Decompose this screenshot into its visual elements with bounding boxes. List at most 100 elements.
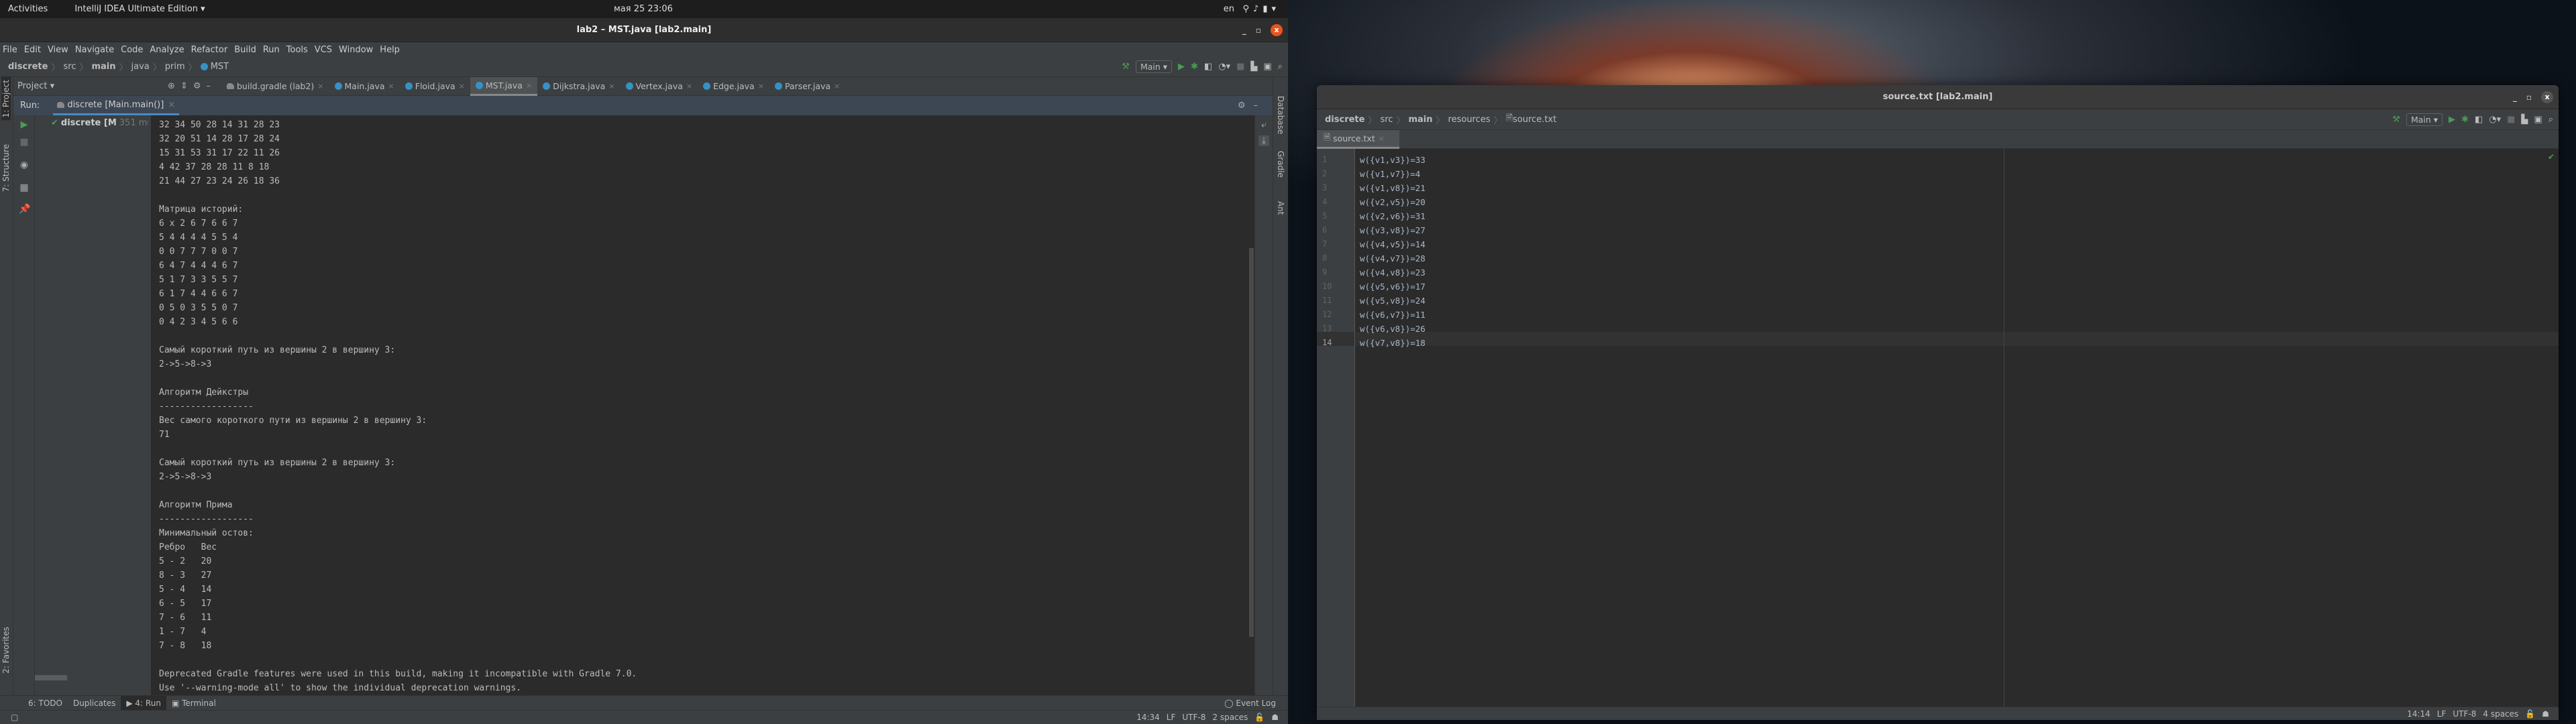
tool-window-gradle[interactable]: Gradle	[1276, 151, 1285, 178]
file-encoding[interactable]: UTF-8	[1182, 713, 1205, 722]
breadcrumb-discrete[interactable]: discrete	[8, 62, 48, 72]
indent-setting[interactable]: 2 spaces	[1212, 713, 1248, 722]
close-button[interactable]: x	[1271, 23, 1283, 36]
inspector-icon[interactable]: ☗	[2542, 709, 2549, 719]
caret-position[interactable]: 14:14	[2407, 709, 2430, 719]
lock-icon[interactable]: 🔓	[1254, 713, 1265, 722]
build-hammer-icon[interactable]: ⚒	[2392, 115, 2400, 125]
close-button[interactable]: x	[2541, 90, 2553, 103]
run-configuration-select[interactable]: Main ▾	[2406, 113, 2443, 126]
tab-build-gradle[interactable]: build.gradle (lab2) ×	[221, 77, 329, 96]
breadcrumb-resources[interactable]: resources	[1448, 115, 1491, 125]
run-icon[interactable]: ▶	[2449, 115, 2455, 125]
breadcrumb-main[interactable]: main	[91, 62, 115, 72]
menu-code[interactable]: Code	[121, 45, 143, 55]
layout-icon[interactable]: ▣	[2534, 115, 2542, 125]
search-icon[interactable]: ⌕	[2548, 115, 2553, 125]
run-panel-settings-icon[interactable]: ⚙–	[1238, 101, 1266, 111]
close-tab-icon[interactable]: ×	[608, 82, 614, 90]
tool-window-ant[interactable]: Ant	[1276, 201, 1285, 215]
minimize-button[interactable]: _	[2513, 93, 2517, 102]
close-tab-icon[interactable]: ×	[388, 82, 394, 90]
close-tab-icon[interactable]: ×	[686, 82, 692, 90]
system-tray-icons[interactable]: ⚲♪▮▾	[1243, 4, 1281, 14]
menu-view[interactable]: View	[48, 45, 68, 55]
menu-analyze[interactable]: Analyze	[150, 45, 184, 55]
clock[interactable]: мая 25 23:06	[614, 4, 673, 14]
run-icon[interactable]: ▶	[1178, 62, 1185, 72]
tool-tab-todo[interactable]: 6: TODO	[23, 696, 68, 711]
tool-window-database[interactable]: Database	[1276, 96, 1285, 134]
layout-icon[interactable]: ▦	[19, 182, 30, 193]
breadcrumb-java[interactable]: java	[131, 62, 150, 72]
activities-button[interactable]: Activities	[8, 4, 48, 14]
close-tab-icon[interactable]: ×	[834, 82, 840, 90]
close-tab-icon[interactable]: ×	[526, 81, 532, 90]
project-structure-icon[interactable]: ▙	[1250, 62, 1257, 72]
debug-icon[interactable]: ✱	[1191, 62, 1198, 72]
line-separator[interactable]: LF	[2437, 709, 2447, 719]
console-scrollbar[interactable]	[1249, 248, 1254, 637]
tool-window-structure[interactable]: 7: Structure	[1, 144, 11, 192]
tool-window-favorites[interactable]: 2: Favorites	[1, 627, 11, 674]
menu-run[interactable]: Run	[263, 45, 280, 55]
project-view-select[interactable]: Project ▾	[17, 81, 54, 91]
tab-floid-java[interactable]: Floid.java ×	[400, 77, 470, 96]
breadcrumb-mst[interactable]: MST	[211, 62, 229, 72]
run-configuration-select[interactable]: Main ▾	[1135, 60, 1173, 73]
menu-tools[interactable]: Tools	[286, 45, 308, 55]
menu-file[interactable]: File	[3, 45, 17, 55]
tab-main-java[interactable]: Main.java ×	[329, 77, 400, 96]
tab-vertex-java[interactable]: Vertex.java ×	[621, 77, 698, 96]
breadcrumb-main[interactable]: main	[1408, 115, 1432, 125]
indent-setting[interactable]: 4 spaces	[2483, 709, 2518, 719]
search-icon[interactable]: ⌕	[1278, 62, 1283, 72]
menu-build[interactable]: Build	[234, 45, 256, 55]
caret-position[interactable]: 14:34	[1136, 713, 1160, 722]
language-indicator[interactable]: en	[1224, 4, 1234, 14]
scroll-to-end-icon[interactable]: ⤓	[1258, 135, 1269, 146]
breadcrumb-src[interactable]: src	[63, 62, 76, 72]
tab-mst-java[interactable]: MST.java ×	[470, 76, 538, 96]
close-tab-icon[interactable]: ×	[459, 82, 465, 90]
tab-edge-java[interactable]: Edge.java ×	[698, 77, 769, 96]
menu-refactor[interactable]: Refactor	[191, 45, 228, 55]
stop-icon[interactable]: ■	[2507, 115, 2515, 125]
lock-icon[interactable]: 🔓	[2525, 709, 2535, 719]
inspection-ok-icon[interactable]: ✔	[2548, 152, 2555, 162]
tool-tab-duplicates[interactable]: Duplicates	[68, 696, 121, 711]
rerun-icon[interactable]: ▶	[19, 119, 30, 130]
maximize-button[interactable]: ▫	[2526, 93, 2532, 102]
profile-icon[interactable]: ◔▾	[2489, 115, 2501, 125]
minimize-button[interactable]: _	[1242, 25, 1246, 35]
inspector-icon[interactable]: ☗	[1271, 713, 1279, 722]
tab-source-txt[interactable]: 🗎 source.txt ×	[1317, 130, 1399, 149]
soft-wrap-icon[interactable]: ⤶	[1258, 119, 1269, 130]
breadcrumb-src[interactable]: src	[1380, 115, 1393, 125]
layout-icon[interactable]: ▣	[1263, 62, 1271, 72]
maximize-button[interactable]: ▫	[1256, 25, 1261, 35]
run-tab[interactable]: discrete [Main.main()] ×	[53, 96, 180, 115]
breadcrumb-source-txt[interactable]: source.txt	[1513, 115, 1556, 125]
project-structure-icon[interactable]: ▙	[2521, 115, 2528, 125]
editor-area[interactable]	[1355, 149, 2559, 707]
file-encoding[interactable]: UTF-8	[2453, 709, 2476, 719]
stop-icon[interactable]: ■	[19, 137, 30, 147]
line-separator[interactable]: LF	[1167, 713, 1176, 722]
event-log-button[interactable]: ◯ Event Log	[1219, 696, 1281, 711]
menu-window[interactable]: Window	[339, 45, 373, 55]
breadcrumb-prim[interactable]: prim	[165, 62, 185, 72]
tab-parser-java[interactable]: Parser.java ×	[769, 77, 845, 96]
close-tab-icon[interactable]: ×	[317, 82, 323, 90]
close-tab-icon[interactable]: ×	[168, 100, 175, 110]
breadcrumb-discrete[interactable]: discrete	[1325, 115, 1364, 125]
close-tab-icon[interactable]: ×	[758, 82, 764, 90]
view-icon[interactable]: ◉	[19, 160, 30, 170]
console-output[interactable]: 32 34 50 28 14 31 28 23 32 20 51 14 28 17…	[151, 115, 1254, 695]
project-panel-tools-icon[interactable]: ⊕⇕⚙–	[168, 81, 216, 91]
stop-icon[interactable]: ■	[1236, 62, 1244, 72]
tree-item-discrete[interactable]: ✔ discrete [M 351 ms	[51, 118, 148, 128]
menu-navigate[interactable]: Navigate	[75, 45, 114, 55]
tool-window-project[interactable]: 1: Project	[1, 77, 11, 121]
menu-vcs[interactable]: VCS	[315, 45, 332, 55]
